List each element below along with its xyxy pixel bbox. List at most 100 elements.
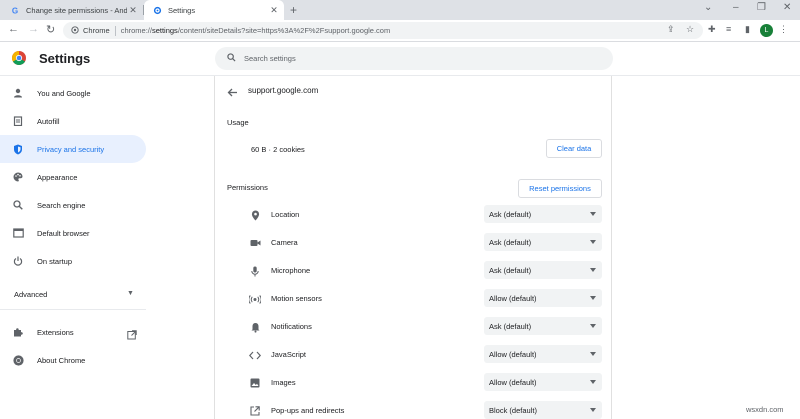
- clear-data-button[interactable]: Clear data: [546, 139, 602, 158]
- search-placeholder: Search settings: [244, 54, 296, 63]
- permission-row-camera: Camera Ask (default): [215, 229, 613, 257]
- open-in-new-icon[interactable]: [127, 327, 137, 340]
- menu-kebab-icon[interactable]: ⋮: [779, 24, 788, 35]
- advanced-toggle[interactable]: Advanced: [14, 290, 47, 299]
- google-g-icon: G: [10, 5, 20, 15]
- usage-heading: Usage: [227, 118, 249, 127]
- popup-icon: [249, 405, 261, 417]
- location-pin-icon: [249, 209, 261, 221]
- motion-sensors-select[interactable]: Allow (default): [484, 289, 602, 307]
- site-details-card: support.google.com Usage 60 B · 2 cookie…: [214, 76, 612, 419]
- sidebar-item-autofill[interactable]: Autofill: [0, 107, 146, 135]
- sidebar-item-default-browser[interactable]: Default browser: [0, 219, 146, 247]
- address-bar[interactable]: Chrome chrome://settings/content/siteDet…: [63, 22, 703, 39]
- autofill-clipboard-icon: [11, 114, 25, 128]
- minimize-icon[interactable]: –: [733, 2, 739, 13]
- usage-value: 60 B · 2 cookies: [251, 145, 305, 154]
- sidebar-item-label: Privacy and security: [37, 144, 105, 154]
- palette-icon: [11, 170, 25, 184]
- reload-icon[interactable]: ↻: [46, 23, 55, 36]
- javascript-select[interactable]: Allow (default): [484, 345, 602, 363]
- puzzle-icon[interactable]: ✚: [708, 24, 716, 35]
- permissions-heading: Permissions: [227, 183, 268, 192]
- tab-change-site-permissions[interactable]: G Change site permissions - Andro ✕: [0, 0, 143, 20]
- location-select[interactable]: Ask (default): [484, 205, 602, 223]
- sidebar-item-on-startup[interactable]: On startup: [0, 247, 146, 275]
- code-icon: [249, 349, 261, 361]
- dropdown-caret-icon: [590, 296, 596, 300]
- images-select[interactable]: Allow (default): [484, 373, 602, 391]
- reset-permissions-button[interactable]: Reset permissions: [518, 179, 602, 198]
- restore-icon[interactable]: ❐: [757, 2, 766, 13]
- permission-label: Notifications: [271, 322, 312, 331]
- sidebar-item-label: Appearance: [37, 172, 78, 182]
- close-tab-icon[interactable]: ✕: [268, 5, 280, 16]
- url-text: chrome://settings/content/siteDetails?si…: [120, 26, 391, 35]
- dropdown-caret-icon: [590, 240, 596, 244]
- sidebar-item-label: On startup: [37, 256, 73, 266]
- permission-row-javascript: JavaScript Allow (default): [215, 341, 613, 369]
- chevron-down-icon[interactable]: ⌄: [704, 2, 712, 13]
- popups-and-redirects-select[interactable]: Block (default): [484, 401, 602, 419]
- sidebar-item-extensions[interactable]: Extensions: [0, 318, 146, 346]
- dropdown-caret-icon: [590, 212, 596, 216]
- site-chip: Chrome: [83, 26, 110, 35]
- chip-separator: [114, 25, 116, 36]
- sidebar-item-label: Autofill: [37, 116, 60, 126]
- camera-icon: [249, 237, 261, 249]
- back-icon[interactable]: ←: [8, 23, 19, 35]
- search-settings-input[interactable]: Search settings: [215, 47, 613, 70]
- gear-icon: [152, 5, 162, 15]
- tab-title: Change site permissions - Andro: [26, 5, 127, 15]
- chrome-page-icon: [71, 25, 79, 36]
- sidebar-item-label: Search engine: [37, 200, 86, 210]
- permission-label: Microphone: [271, 266, 311, 275]
- chevron-down-icon[interactable]: ▼: [127, 290, 134, 297]
- close-tab-icon[interactable]: ✕: [127, 5, 139, 16]
- permission-label: Camera: [271, 238, 298, 247]
- sidebar-item-label: Extensions: [37, 327, 74, 337]
- search-icon: [227, 53, 236, 64]
- sidebar-item-appearance[interactable]: Appearance: [0, 163, 146, 191]
- settings-header: Settings Search settings: [0, 42, 800, 76]
- sidebar-item-search-engine[interactable]: Search engine: [0, 191, 146, 219]
- camera-select[interactable]: Ask (default): [484, 233, 602, 251]
- shield-icon: [11, 142, 25, 156]
- permission-label: Motion sensors: [271, 294, 322, 303]
- sidebar-item-you-and-google[interactable]: You and Google: [0, 79, 146, 107]
- page-title: Settings: [39, 51, 91, 66]
- avatar[interactable]: L: [760, 24, 773, 37]
- permission-row-popups-and-redirects: Pop-ups and redirects Block (default): [215, 397, 613, 419]
- settings-sidebar: You and Google Autofill Privacy and secu…: [0, 76, 214, 419]
- browser-toolbar: ← → ↻ Chrome chrome://settings/content/s…: [0, 20, 800, 42]
- search-icon: [11, 198, 25, 212]
- image-icon: [249, 377, 261, 389]
- sidebar-item-about-chrome[interactable]: About Chrome: [0, 346, 146, 374]
- new-tab-icon[interactable]: +: [290, 3, 297, 17]
- motion-sensors-icon: [249, 293, 261, 305]
- forward-icon[interactable]: →: [28, 23, 39, 35]
- window-close-icon[interactable]: ✕: [783, 2, 791, 13]
- chrome-logo-icon: [12, 51, 26, 65]
- bell-icon: [249, 321, 261, 333]
- dropdown-caret-icon: [590, 408, 596, 412]
- sidebar-item-label: About Chrome: [37, 355, 86, 365]
- notifications-select[interactable]: Ask (default): [484, 317, 602, 335]
- tab-settings[interactable]: Settings ✕: [144, 0, 284, 20]
- person-icon: [11, 86, 25, 100]
- microphone-select[interactable]: Ask (default): [484, 261, 602, 279]
- star-icon[interactable]: ☆: [686, 24, 694, 35]
- permission-label: Pop-ups and redirects: [271, 406, 345, 415]
- site-origin: support.google.com: [248, 86, 319, 95]
- chrome-logo-icon: [11, 353, 25, 367]
- media-queue-icon[interactable]: ≡: [726, 24, 731, 34]
- side-panel-icon[interactable]: ▮: [745, 24, 750, 35]
- microphone-icon: [249, 265, 261, 277]
- sidebar-item-privacy-and-security[interactable]: Privacy and security: [0, 135, 146, 163]
- puzzle-icon: [11, 325, 25, 339]
- dropdown-caret-icon: [590, 380, 596, 384]
- back-arrow-icon[interactable]: [227, 85, 239, 97]
- sidebar-item-label: Default browser: [37, 228, 90, 238]
- dropdown-caret-icon: [590, 268, 596, 272]
- share-icon[interactable]: ⇪: [667, 24, 675, 35]
